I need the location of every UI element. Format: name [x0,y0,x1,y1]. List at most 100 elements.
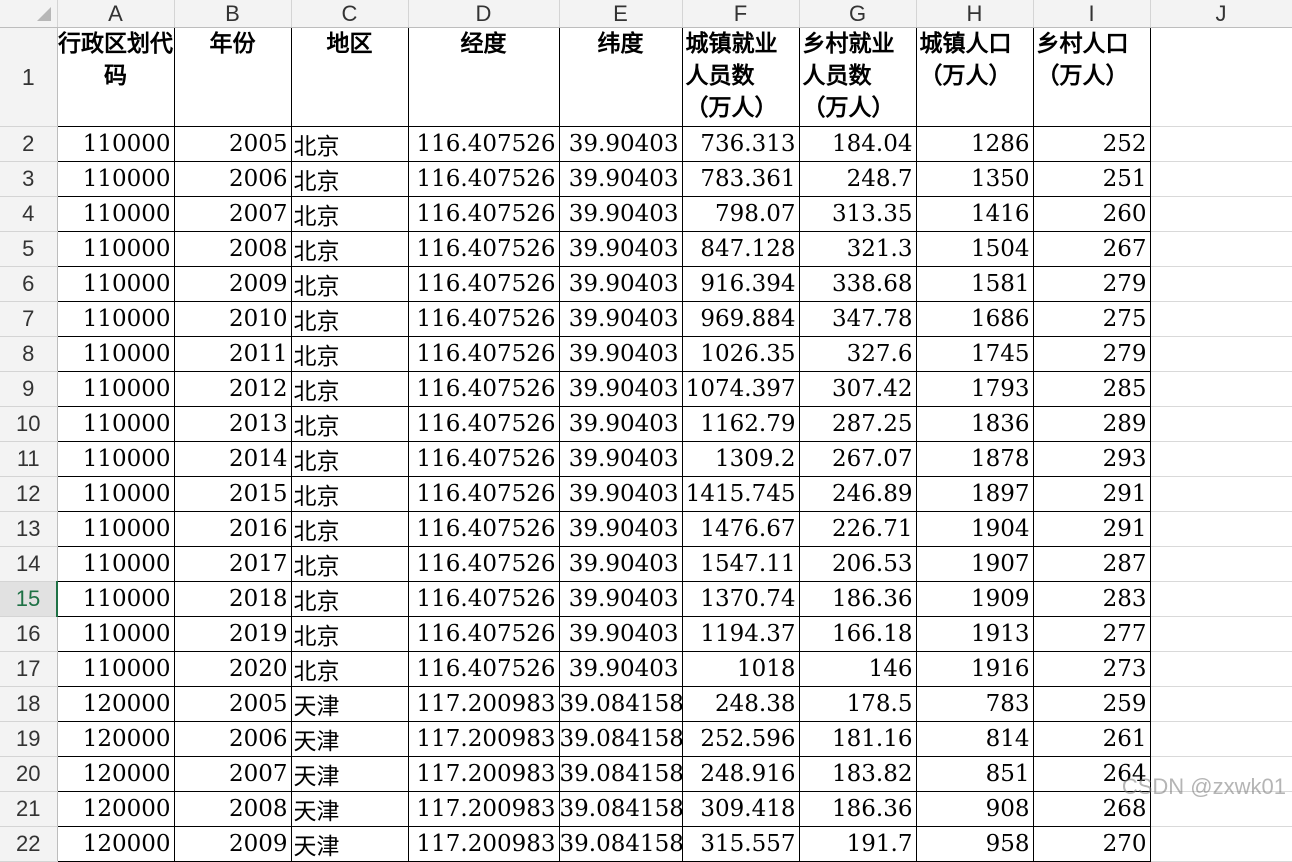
cell-a22[interactable]: 120000 [57,826,175,862]
cell-a15[interactable]: 110000 [57,581,175,617]
empty-cell[interactable] [1150,266,1292,302]
cell-a4[interactable]: 110000 [57,196,175,232]
column-header-i[interactable]: I [1033,0,1151,28]
empty-cell[interactable] [1150,231,1292,267]
cell-e13[interactable]: 39.90403 [559,511,683,547]
cell-b11[interactable]: 2014 [174,441,292,477]
cell-c7[interactable]: 北京 [291,301,409,337]
cell-g2[interactable]: 184.04 [799,126,917,162]
header-cell-c[interactable]: 地区 [291,27,409,127]
cell-f4[interactable]: 798.07 [682,196,800,232]
cell-h12[interactable]: 1897 [916,476,1034,512]
cell-b3[interactable]: 2006 [174,161,292,197]
cell-b2[interactable]: 2005 [174,126,292,162]
cell-i3[interactable]: 251 [1033,161,1151,197]
cell-c21[interactable]: 天津 [291,791,409,827]
column-header-j[interactable]: J [1150,0,1292,28]
cell-d2[interactable]: 116.407526 [408,126,560,162]
cell-a5[interactable]: 110000 [57,231,175,267]
header-cell-a[interactable]: 行政区划代码 [57,27,175,127]
cell-h22[interactable]: 958 [916,826,1034,862]
cell-a11[interactable]: 110000 [57,441,175,477]
cell-b6[interactable]: 2009 [174,266,292,302]
cell-b19[interactable]: 2006 [174,721,292,757]
header-cell-d[interactable]: 经度 [408,27,560,127]
cell-f11[interactable]: 1309.2 [682,441,800,477]
empty-cell[interactable] [1150,301,1292,337]
row-header-4[interactable]: 4 [0,196,58,232]
column-header-f[interactable]: F [682,0,800,28]
cell-f16[interactable]: 1194.37 [682,616,800,652]
cell-i10[interactable]: 289 [1033,406,1151,442]
cell-a20[interactable]: 120000 [57,756,175,792]
cell-i11[interactable]: 293 [1033,441,1151,477]
cell-i12[interactable]: 291 [1033,476,1151,512]
cell-f2[interactable]: 736.313 [682,126,800,162]
cell-f9[interactable]: 1074.397 [682,371,800,407]
cell-b20[interactable]: 2007 [174,756,292,792]
row-header-9[interactable]: 9 [0,371,58,407]
cell-h21[interactable]: 908 [916,791,1034,827]
column-header-d[interactable]: D [408,0,560,28]
cell-c19[interactable]: 天津 [291,721,409,757]
cell-i6[interactable]: 279 [1033,266,1151,302]
cell-e18[interactable]: 39.084158 [559,686,683,722]
row-header-5[interactable]: 5 [0,231,58,267]
cell-g19[interactable]: 181.16 [799,721,917,757]
row-header-6[interactable]: 6 [0,266,58,302]
cell-g8[interactable]: 327.6 [799,336,917,372]
empty-cell[interactable] [1150,441,1292,477]
cell-f12[interactable]: 1415.745 [682,476,800,512]
row-header-15[interactable]: 15 [0,581,58,617]
empty-cell[interactable] [1150,616,1292,652]
cell-e12[interactable]: 39.90403 [559,476,683,512]
cell-g12[interactable]: 246.89 [799,476,917,512]
cell-g20[interactable]: 183.82 [799,756,917,792]
cell-i20[interactable]: 264 [1033,756,1151,792]
cell-e4[interactable]: 39.90403 [559,196,683,232]
cell-a7[interactable]: 110000 [57,301,175,337]
cell-c12[interactable]: 北京 [291,476,409,512]
cell-d20[interactable]: 117.200983 [408,756,560,792]
cell-d11[interactable]: 116.407526 [408,441,560,477]
select-all-corner[interactable] [0,0,58,28]
cell-h10[interactable]: 1836 [916,406,1034,442]
cell-g11[interactable]: 267.07 [799,441,917,477]
cell-d19[interactable]: 117.200983 [408,721,560,757]
empty-cell[interactable] [1150,511,1292,547]
header-cell-b[interactable]: 年份 [174,27,292,127]
cell-h20[interactable]: 851 [916,756,1034,792]
cell-f10[interactable]: 1162.79 [682,406,800,442]
cell-c9[interactable]: 北京 [291,371,409,407]
cell-e8[interactable]: 39.90403 [559,336,683,372]
cell-a18[interactable]: 120000 [57,686,175,722]
cell-d10[interactable]: 116.407526 [408,406,560,442]
row-header-22[interactable]: 22 [0,826,58,862]
cell-d7[interactable]: 116.407526 [408,301,560,337]
row-header-19[interactable]: 19 [0,721,58,757]
row-header-7[interactable]: 7 [0,301,58,337]
cell-c10[interactable]: 北京 [291,406,409,442]
cell-i21[interactable]: 268 [1033,791,1151,827]
cell-f13[interactable]: 1476.67 [682,511,800,547]
header-cell-f[interactable]: 城镇就业人员数（万人） [682,27,800,127]
cell-g22[interactable]: 191.7 [799,826,917,862]
cell-g17[interactable]: 146 [799,651,917,687]
cell-c4[interactable]: 北京 [291,196,409,232]
cell-i7[interactable]: 275 [1033,301,1151,337]
column-header-e[interactable]: E [559,0,683,28]
cell-b8[interactable]: 2011 [174,336,292,372]
empty-cell[interactable] [1150,756,1292,792]
cell-c18[interactable]: 天津 [291,686,409,722]
cell-c13[interactable]: 北京 [291,511,409,547]
cell-g15[interactable]: 186.36 [799,581,917,617]
cell-g21[interactable]: 186.36 [799,791,917,827]
cell-d13[interactable]: 116.407526 [408,511,560,547]
cell-d5[interactable]: 116.407526 [408,231,560,267]
empty-cell[interactable] [1150,546,1292,582]
empty-cell[interactable] [1150,336,1292,372]
cell-g5[interactable]: 321.3 [799,231,917,267]
cell-e21[interactable]: 39.084158 [559,791,683,827]
empty-cell[interactable] [1150,161,1292,197]
row-header-17[interactable]: 17 [0,651,58,687]
